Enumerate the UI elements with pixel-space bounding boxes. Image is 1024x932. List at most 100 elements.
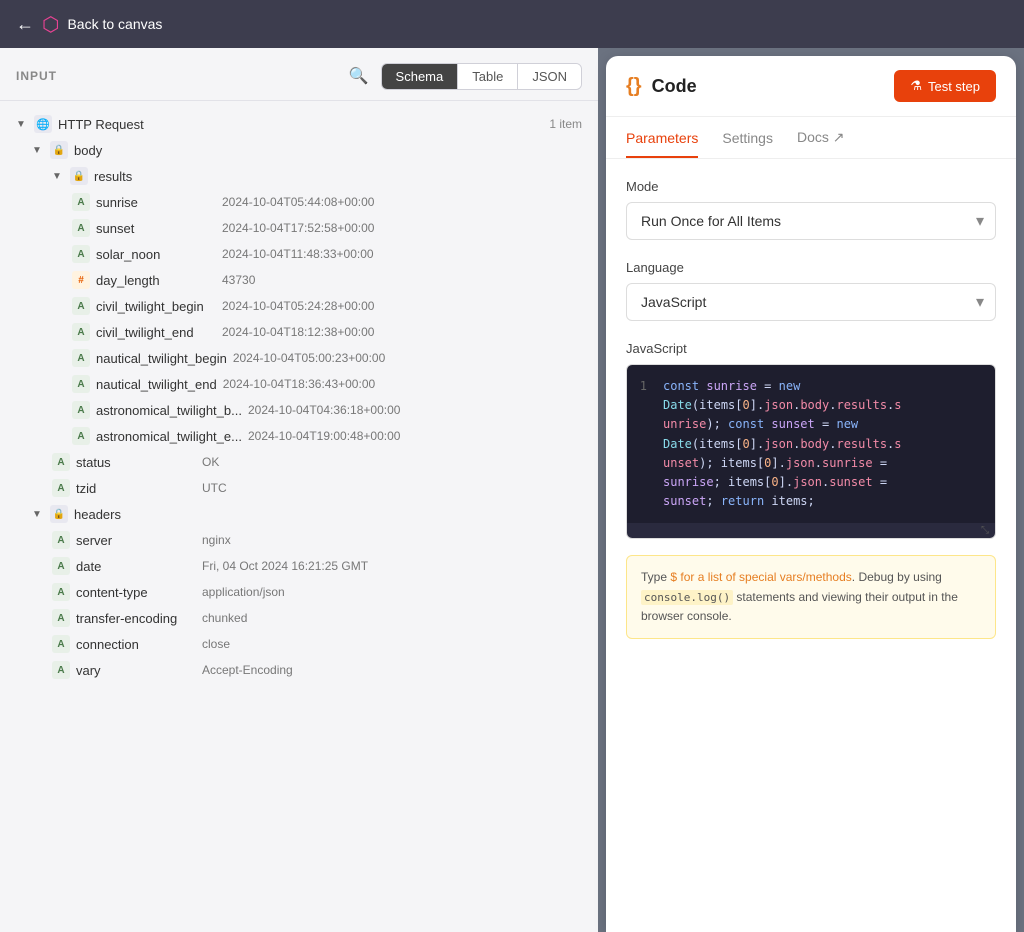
field-name: server	[76, 533, 196, 548]
type-badge-a: A	[52, 635, 70, 653]
left-header: INPUT 🔍 Schema Table JSON	[0, 48, 598, 101]
item-count: 1 item	[549, 117, 582, 131]
right-panel: {} Code ⚗ Test step Parameters Settings …	[606, 56, 1016, 932]
field-value: application/json	[202, 585, 285, 599]
list-item: A solar_noon 2024-10-04T11:48:33+00:00	[0, 241, 598, 267]
tab-docs[interactable]: Docs ↗	[797, 117, 845, 158]
field-name: transfer-encoding	[76, 611, 196, 626]
code-area[interactable]: 1 const sunrise = new Date(items[0].json…	[627, 365, 995, 523]
list-item: A civil_twilight_end 2024-10-04T18:12:38…	[0, 319, 598, 345]
type-badge-hash: #	[72, 271, 90, 289]
type-badge-a: A	[52, 609, 70, 627]
field-value: chunked	[202, 611, 247, 625]
list-item: A status OK	[0, 449, 598, 475]
type-badge-a: A	[52, 531, 70, 549]
field-value: 2024-10-04T17:52:58+00:00	[222, 221, 374, 235]
n8n-logo: ⬡	[42, 12, 59, 37]
field-value: 2024-10-04T18:36:43+00:00	[223, 377, 375, 391]
test-step-button[interactable]: ⚗ Test step	[894, 70, 996, 102]
list-item: A connection close	[0, 631, 598, 657]
field-value: nginx	[202, 533, 231, 547]
list-item: A sunrise 2024-10-04T05:44:08+00:00	[0, 189, 598, 215]
list-item: # day_length 43730	[0, 267, 598, 293]
line-numbers: 1	[639, 377, 663, 511]
tab-settings[interactable]: Settings	[722, 117, 773, 158]
list-item: A astronomical_twilight_b... 2024-10-04T…	[0, 397, 598, 423]
mode-select[interactable]: Run Once for All Items	[626, 202, 996, 240]
hint-mono: console.log()	[641, 590, 733, 605]
tab-schema[interactable]: Schema	[382, 64, 459, 89]
field-name: vary	[76, 663, 196, 678]
language-select-wrapper: JavaScript ▾	[626, 283, 996, 321]
field-name: connection	[76, 637, 196, 652]
list-item: A server nginx	[0, 527, 598, 553]
lock-icon: 🔒	[70, 167, 88, 185]
headers-label: headers	[74, 507, 194, 522]
panel-header: {} Code ⚗ Test step	[606, 56, 1016, 117]
panel-title-text: Code	[652, 76, 697, 97]
tab-docs-label: Docs ↗	[797, 129, 845, 145]
chevron-icon[interactable]: ▼	[16, 119, 28, 130]
type-badge-a: A	[52, 661, 70, 679]
field-value: 2024-10-04T05:44:08+00:00	[222, 195, 374, 209]
flask-icon: ⚗	[910, 78, 922, 94]
main-content: INPUT 🔍 Schema Table JSON ▼ 🌐 HTTP Reque…	[0, 48, 1024, 932]
language-select[interactable]: JavaScript	[626, 283, 996, 321]
resize-handle[interactable]: ⤡	[627, 523, 995, 538]
resize-icon: ⤡	[981, 525, 989, 536]
tab-table[interactable]: Table	[458, 64, 518, 89]
tab-json[interactable]: JSON	[518, 64, 581, 89]
field-name: astronomical_twilight_e...	[96, 429, 242, 444]
field-name: date	[76, 559, 196, 574]
chevron-icon[interactable]: ▼	[32, 145, 44, 156]
field-name: tzid	[76, 481, 196, 496]
view-tab-group: Schema Table JSON	[381, 63, 582, 90]
search-button[interactable]: 🔍	[345, 62, 373, 90]
tree-http-request: ▼ 🌐 HTTP Request 1 item	[0, 111, 598, 137]
code-editor-label: JavaScript	[626, 341, 996, 356]
lock-icon: 🔒	[50, 141, 68, 159]
header-controls: 🔍 Schema Table JSON	[345, 62, 582, 90]
hint-box: Type $ for a list of special vars/method…	[626, 555, 996, 639]
type-badge-a: A	[52, 557, 70, 575]
list-item: A astronomical_twilight_e... 2024-10-04T…	[0, 423, 598, 449]
field-value: 2024-10-04T05:00:23+00:00	[233, 351, 385, 365]
field-name: content-type	[76, 585, 196, 600]
list-item: A date Fri, 04 Oct 2024 16:21:25 GMT	[0, 553, 598, 579]
field-name: status	[76, 455, 196, 470]
code-icon: {}	[626, 75, 642, 98]
chevron-icon[interactable]: ▼	[32, 509, 44, 520]
tree-headers: ▼ 🔒 headers	[0, 501, 598, 527]
tab-parameters[interactable]: Parameters	[626, 117, 698, 158]
type-badge-a: A	[52, 583, 70, 601]
globe-icon: 🌐	[34, 115, 52, 133]
field-name: civil_twilight_end	[96, 325, 216, 340]
field-name: astronomical_twilight_b...	[96, 403, 242, 418]
list-item: A sunset 2024-10-04T17:52:58+00:00	[0, 215, 598, 241]
back-to-canvas-label[interactable]: Back to canvas	[67, 16, 162, 32]
mode-label: Mode	[626, 179, 996, 194]
hint-text-prefix: Type	[641, 570, 670, 584]
mode-select-wrapper: Run Once for All Items ▾	[626, 202, 996, 240]
field-name: nautical_twilight_end	[96, 377, 217, 392]
results-label: results	[94, 169, 214, 184]
field-value: 43730	[222, 273, 255, 287]
list-item: A nautical_twilight_end 2024-10-04T18:36…	[0, 371, 598, 397]
field-value: 2024-10-04T05:24:28+00:00	[222, 299, 374, 313]
code-content[interactable]: const sunrise = new Date(items[0].json.b…	[663, 377, 983, 511]
hint-text-middle: . Debug by using	[852, 570, 942, 584]
top-bar: ← ⬡ Back to canvas	[0, 0, 1024, 48]
field-value: 2024-10-04T04:36:18+00:00	[248, 403, 400, 417]
field-value: Accept-Encoding	[202, 663, 293, 677]
panel-tabs: Parameters Settings Docs ↗	[606, 117, 1016, 159]
language-label: Language	[626, 260, 996, 275]
type-badge-a: A	[52, 479, 70, 497]
tree-results: ▼ 🔒 results	[0, 163, 598, 189]
chevron-icon[interactable]: ▼	[52, 171, 64, 182]
field-value: OK	[202, 455, 219, 469]
type-badge-a: A	[72, 401, 90, 419]
panel-title: {} Code	[626, 75, 697, 98]
field-value: 2024-10-04T19:00:48+00:00	[248, 429, 400, 443]
field-name: sunrise	[96, 195, 216, 210]
tree-body: ▼ 🔒 body	[0, 137, 598, 163]
